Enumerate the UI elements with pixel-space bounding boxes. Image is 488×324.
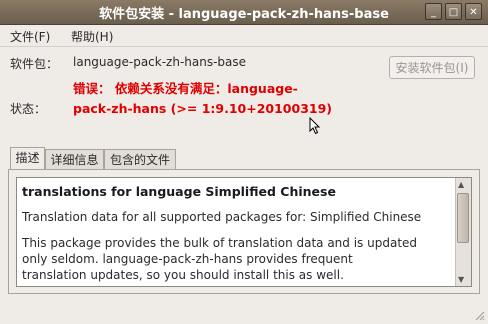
scroll-up-icon[interactable]: ▲ (458, 180, 464, 189)
install-package-button[interactable]: 安装软件包(I) (389, 56, 475, 79)
menu-file[interactable]: 文件(F) (10, 28, 50, 45)
status-error-text: 错误： 依赖关系没有满足：language- pack-zh-hans (>= … (73, 79, 363, 119)
package-label: 软件包： (10, 57, 59, 71)
description-line-3: only seldom. language-pack-zh-hans provi… (22, 252, 353, 266)
status-error-line-2: pack-zh-hans (>= 1:9.10+20100319) (73, 101, 332, 116)
mouse-pointer-icon (309, 117, 321, 135)
description-panel: translations for language Simplified Chi… (8, 169, 480, 294)
tab-details[interactable]: 详细信息 (45, 149, 104, 170)
description-line-2: This package provides the bulk of transl… (22, 236, 418, 250)
package-name: language-pack-zh-hans-base (73, 55, 247, 69)
close-button[interactable]: ✕ (465, 3, 482, 20)
tab-description[interactable]: 描述 (10, 147, 45, 170)
scroll-thumb[interactable] (457, 193, 469, 243)
vertical-scrollbar[interactable]: ▲ ▼ (455, 178, 471, 286)
description-line-4: translation updates, so you should insta… (22, 268, 344, 282)
menu-help[interactable]: 帮助(H) (71, 28, 113, 45)
description-title: translations for language Simplified Chi… (22, 184, 336, 199)
title-bar[interactable]: 软件包安装 - language-pack-zh-hans-base _ □ ✕ (0, 0, 488, 25)
status-error-line-1: 错误： 依赖关系没有满足：language- (73, 81, 298, 96)
status-label: 状态： (10, 102, 47, 116)
description-textview[interactable]: translations for language Simplified Chi… (16, 177, 472, 287)
window-title: 软件包安装 - language-pack-zh-hans-base (99, 7, 389, 22)
scroll-down-icon[interactable]: ▼ (458, 275, 464, 284)
description-line-1: Translation data for all supported packa… (22, 210, 422, 224)
resize-grip-icon[interactable] (473, 309, 485, 321)
minimize-button[interactable]: _ (425, 3, 442, 20)
menu-bar: 文件(F) 帮助(H) (0, 25, 488, 47)
maximize-button[interactable]: □ (445, 3, 462, 20)
tab-included-files[interactable]: 包含的文件 (104, 149, 176, 170)
